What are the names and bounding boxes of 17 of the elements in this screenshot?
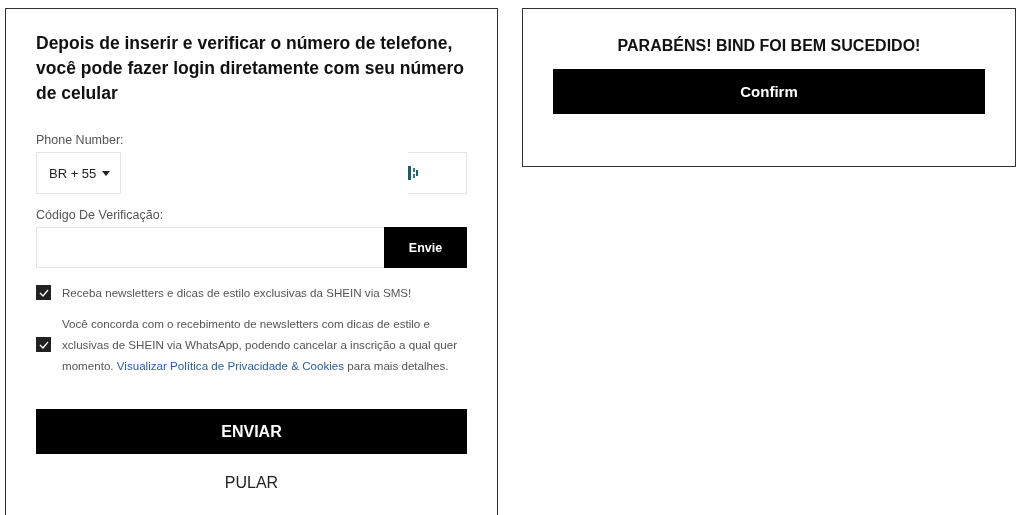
consent-text: Receba newsletters e dicas de estilo exclusivas da SHEIN via SMS! [62, 285, 412, 301]
submit-button[interactable]: ENVIAR [36, 409, 467, 454]
field-label: Código De Verificação: [36, 208, 165, 222]
verification-code-field[interactable] [36, 227, 384, 268]
bars-icon [408, 166, 418, 180]
checkbox[interactable] [36, 285, 51, 300]
caret-icon [102, 170, 111, 176]
skip-button[interactable]: PULAR [216, 470, 287, 496]
checkbox[interactable] [36, 337, 51, 352]
panel-title: Depois de inserir e verificar o número de telefone, você pode fazer login diretamente com seu número de celular [36, 32, 465, 105]
success-message: PARABÉNS! BIND FOI BEM SUCEDIDO! [617, 37, 921, 55]
phone-field[interactable]: BR + 55 [36, 152, 467, 194]
privacy-policy-link[interactable]: Visualizar Política de Privacidade & Cookies [116, 359, 345, 372]
consent-text: Você concorda com o recebimento de newsletters com dicas de estilo e xclusivas de SHEIN via WhatsApp, podendo cancelar a inscrição a qual quer momento. Visualizar Política de Privacidade & Cookies para mais detalhes. [62, 316, 459, 374]
field-label: Phone Number: [36, 133, 125, 147]
send-code-button[interactable]: Envie [384, 227, 467, 268]
confirm-button[interactable]: Confirm [553, 69, 985, 114]
